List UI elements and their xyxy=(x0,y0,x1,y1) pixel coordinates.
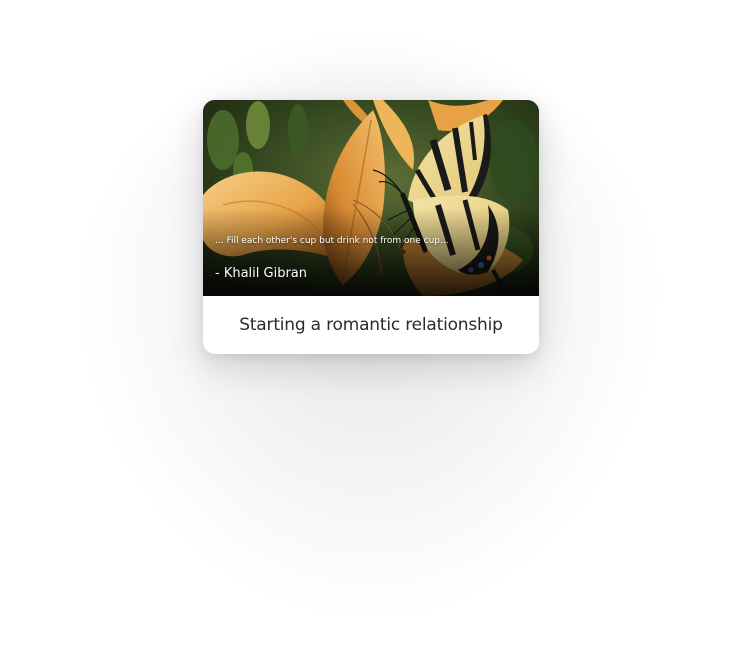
page-background: ... Fill each other's cup but drink not … xyxy=(0,0,738,655)
card-image: ... Fill each other's cup but drink not … xyxy=(203,100,539,296)
image-gradient-overlay xyxy=(203,208,539,296)
quote-text: ... Fill each other's cup but drink not … xyxy=(215,236,449,246)
quote-author: - Khalil Gibran xyxy=(215,266,308,281)
card-title: Starting a romantic relationship xyxy=(239,315,503,335)
quote-card[interactable]: ... Fill each other's cup but drink not … xyxy=(203,100,539,354)
